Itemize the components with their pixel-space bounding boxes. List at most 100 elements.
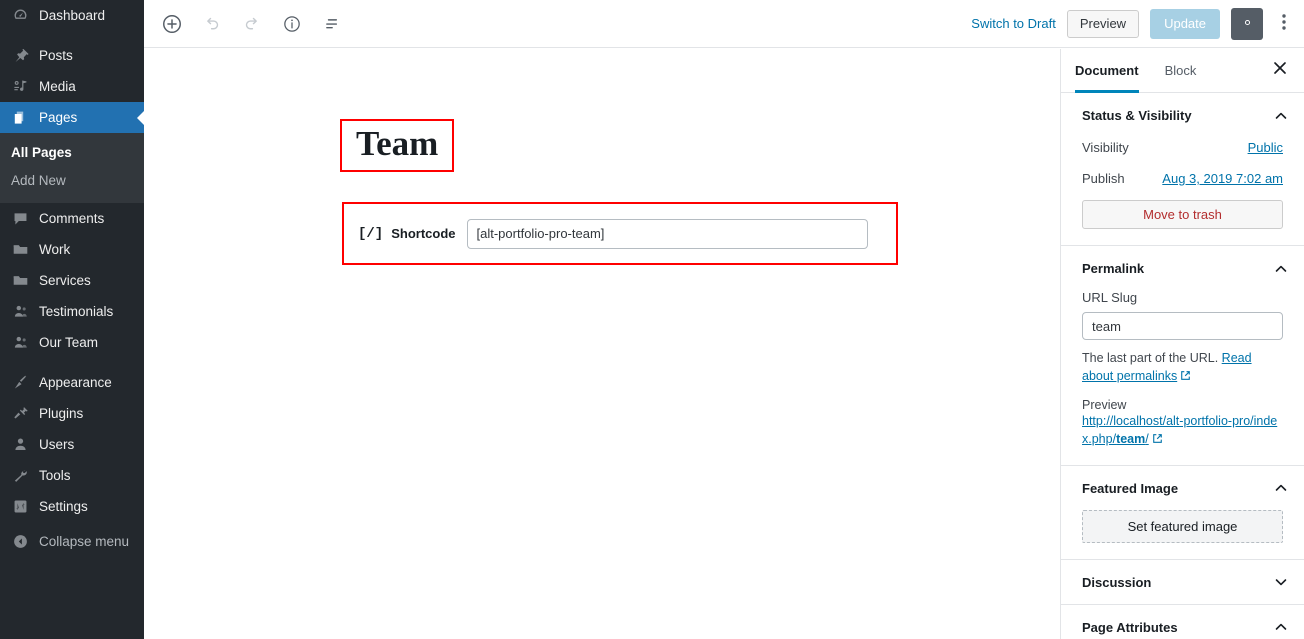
permalink-help-text: The last part of the URL. Read about per… (1082, 349, 1283, 386)
comment-bubble-icon (9, 209, 31, 229)
panel-body-featured-image: Set featured image (1061, 509, 1304, 559)
chevron-down-icon (1274, 575, 1288, 589)
sidebar-item-media[interactable]: Media (0, 71, 144, 102)
row-publish: Publish Aug 3, 2019 7:02 am (1082, 168, 1283, 199)
sidebar-item-plugins[interactable]: Plugins (0, 398, 144, 429)
gear-icon (1239, 14, 1256, 34)
chevron-up-icon (1274, 262, 1288, 276)
content-info-icon[interactable] (276, 8, 308, 40)
sidebar-item-our-team[interactable]: Our Team (0, 327, 144, 358)
panel-body-permalink: URL Slug The last part of the URL. Read … (1061, 290, 1304, 465)
undo-icon[interactable] (196, 8, 228, 40)
shortcode-label: Shortcode (391, 226, 456, 241)
panel-header-status-visibility[interactable]: Status & Visibility (1061, 93, 1304, 137)
sidebar-item-pages[interactable]: Pages (0, 102, 145, 133)
publish-date-value[interactable]: Aug 3, 2019 7:02 am (1162, 171, 1283, 186)
sidebar-item-users[interactable]: Users (0, 429, 144, 460)
sidebar-item-label: Tools (39, 468, 71, 484)
shortcode-icon: [/] (358, 225, 384, 242)
url-slug-bold: team (1116, 432, 1146, 447)
sidebar-item-label: Testimonials (39, 304, 114, 320)
panel-body-status-visibility: Visibility Public Publish Aug 3, 2019 7:… (1061, 137, 1304, 245)
sidebar-item-testimonials[interactable]: Testimonials (0, 296, 144, 327)
panel-title: Discussion (1082, 574, 1152, 590)
collapse-arrow-icon (9, 532, 31, 552)
sidebar-item-posts[interactable]: Posts (0, 40, 144, 71)
publish-label: Publish (1082, 171, 1125, 186)
top-bar-right-tools: Switch to Draft Preview Update (971, 7, 1304, 40)
settings-gear-button[interactable] (1231, 7, 1263, 40)
panel-title: Permalink (1082, 261, 1145, 276)
sliders-icon (9, 497, 31, 517)
url-prefix: http://localhost/alt-portfolio-pro/index… (1082, 414, 1278, 447)
shortcode-input[interactable] (466, 218, 868, 249)
shortcode-block-annotation-box: [/] Shortcode (342, 202, 898, 265)
add-block-plus-icon[interactable] (156, 8, 188, 40)
tab-document[interactable]: Document (1075, 49, 1151, 93)
panel-status-visibility: Status & Visibility Visibility Public Pu… (1061, 93, 1304, 246)
panel-header-featured-image[interactable]: Featured Image (1061, 466, 1304, 510)
panel-header-permalink[interactable]: Permalink (1061, 246, 1304, 290)
more-menu-button[interactable] (1274, 8, 1294, 40)
pages-submenu: All Pages Add New (0, 133, 144, 204)
visibility-value[interactable]: Public (1248, 140, 1283, 155)
plug-icon (9, 404, 31, 424)
submenu-item-all-pages[interactable]: All Pages (0, 139, 144, 167)
panel-discussion: Discussion (1061, 560, 1304, 605)
sidebar-item-work[interactable]: Work (0, 234, 144, 265)
page-title[interactable]: Team (356, 124, 438, 164)
panel-featured-image: Featured Image Set featured image (1061, 466, 1304, 560)
panel-header-page-attributes[interactable]: Page Attributes (1061, 605, 1304, 639)
sidebar-item-comments[interactable]: Comments (0, 203, 144, 234)
preview-label: Preview (1082, 398, 1127, 413)
sidebar-item-services[interactable]: Services (0, 265, 144, 296)
pin-icon (9, 46, 31, 66)
sidebar-item-tools[interactable]: Tools (0, 460, 144, 491)
person-icon (9, 333, 31, 353)
sidebar-item-label: Pages (39, 109, 78, 125)
sidebar-item-label: Media (39, 78, 76, 94)
close-icon (1273, 61, 1287, 80)
folder-icon (9, 271, 31, 291)
sidebar-item-label: Posts (39, 47, 73, 63)
sidebar-item-dashboard[interactable]: Dashboard (0, 0, 144, 31)
sidebar-item-label: Our Team (39, 335, 99, 351)
url-slug-input[interactable] (1082, 312, 1283, 340)
url-slug-label: URL Slug (1082, 290, 1138, 305)
permalink-help-static: The last part of the URL. (1082, 351, 1219, 365)
sidebar-item-label: Settings (39, 499, 88, 515)
switch-to-draft-button[interactable]: Switch to Draft (971, 16, 1056, 31)
panel-title: Page Attributes (1082, 619, 1178, 635)
url-suffix: / (1145, 432, 1149, 447)
ellipsis-vertical-icon (1282, 13, 1286, 34)
sidebar-item-settings[interactable]: Settings (0, 491, 144, 522)
collapse-menu-button[interactable]: Collapse menu (0, 526, 144, 557)
submenu-item-add-new[interactable]: Add New (0, 167, 144, 195)
panel-title: Status & Visibility (1082, 108, 1192, 123)
block-navigation-list-icon[interactable] (316, 8, 348, 40)
sidebar-item-label: Comments (39, 211, 105, 227)
sidebar-item-appearance[interactable]: Appearance (0, 367, 144, 398)
set-featured-image-button[interactable]: Set featured image (1082, 509, 1283, 543)
panel-page-attributes: Page Attributes (1061, 605, 1304, 639)
move-to-trash-button[interactable]: Move to trash (1082, 200, 1283, 229)
panel-title: Featured Image (1082, 480, 1179, 496)
update-button[interactable]: Update (1150, 8, 1220, 39)
post-title-annotation-box: Team (340, 119, 455, 172)
permalink-preview-url[interactable]: http://localhost/alt-portfolio-pro/index… (1082, 414, 1277, 446)
sidebar-item-label: Appearance (39, 375, 112, 391)
wrench-icon (9, 466, 31, 486)
sidebar-item-label: Services (39, 273, 91, 289)
close-sidebar-button[interactable] (1268, 59, 1292, 83)
admin-sidebar: Dashboard Posts Media Pages All Pages Ad… (0, 0, 145, 639)
settings-tabs: Document Block (1061, 49, 1304, 93)
panel-permalink: Permalink URL Slug The last part of the … (1061, 246, 1304, 466)
tab-block[interactable]: Block (1165, 49, 1209, 93)
top-bar-left-tools (144, 8, 348, 40)
collapse-menu-label: Collapse menu (39, 534, 130, 550)
panel-header-discussion[interactable]: Discussion (1061, 560, 1304, 604)
paintbrush-icon (9, 373, 31, 393)
editor-top-bar: Switch to Draft Preview Update (144, 0, 1304, 48)
redo-icon[interactable] (236, 8, 268, 40)
preview-button[interactable]: Preview (1066, 9, 1140, 38)
